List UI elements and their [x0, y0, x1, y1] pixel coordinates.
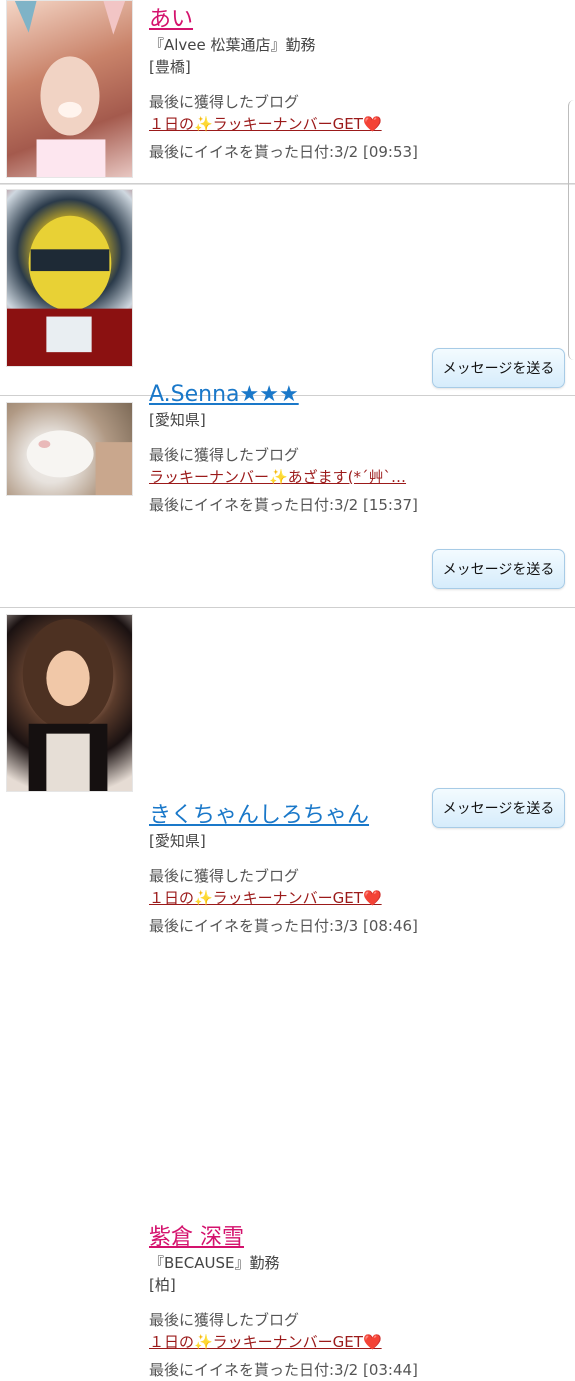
workplace: 『Alvee 松葉通店』勤務 [149, 36, 316, 54]
profile-name[interactable]: 紫倉 深雪 [149, 1224, 244, 1252]
send-message-button[interactable]: メッセージを送る [432, 549, 565, 589]
profile-info: 紫倉 深雪 『BECAUSE』勤務 [柏] 最後に獲得したブログ １日の✨ラッキ… [149, 1224, 565, 1381]
area: [柏] [149, 1276, 176, 1294]
profile-card: あい 『Alvee 松葉通店』勤務 [豊橋] 最後に獲得したブログ １日の✨ラッ… [0, 0, 575, 184]
profile-list: あい 『Alvee 松葉通店』勤務 [豊橋] 最後に獲得したブログ １日の✨ラッ… [0, 0, 575, 1379]
profile-card: A.Senna★★★ [愛知県] 最後に獲得したブログ ラッキーナンバー✨あざま… [0, 184, 575, 514]
send-message-button[interactable]: メッセージを送る [432, 788, 565, 828]
avatar[interactable] [6, 402, 133, 496]
profile-info: あい 『Alvee 松葉通店』勤務 [豊橋] 最後に獲得したブログ １日の✨ラッ… [149, 6, 565, 163]
area: [豊橋] [149, 58, 191, 76]
last-blog-label: 最後に獲得したブログ [149, 1311, 300, 1329]
avatar[interactable] [6, 189, 133, 367]
avatar[interactable] [6, 614, 133, 792]
last-blog-label: 最後に獲得したブログ [149, 93, 300, 111]
last-like-date: 最後にイイネを貰った日付:3/3 [08:46] [149, 917, 418, 935]
avatar[interactable] [6, 0, 133, 178]
side-scroll-handle[interactable] [568, 100, 575, 360]
profile-card: 紫倉 深雪 『BECAUSE』勤務 [柏] 最後に獲得したブログ １日の✨ラッキ… [0, 608, 575, 1379]
profile-name[interactable]: あい [149, 6, 193, 34]
last-blog-link[interactable]: １日の✨ラッキーナンバーGET❤️ [149, 113, 459, 135]
send-message-button[interactable]: メッセージを送る [432, 348, 565, 388]
last-blog-label: 最後に獲得したブログ [149, 867, 300, 885]
last-like-date: 最後にイイネを貰った日付:3/2 [03:44] [149, 1361, 418, 1379]
last-blog-link[interactable]: １日の✨ラッキーナンバーGET❤️ [149, 887, 459, 909]
last-blog-link[interactable]: １日の✨ラッキーナンバーGET❤️ [149, 1331, 459, 1353]
profile-card: きくちゃんしろちゃん [愛知県] 最後に獲得したブログ １日の✨ラッキーナンバー… [0, 396, 575, 935]
workplace: 『BECAUSE』勤務 [149, 1254, 280, 1272]
last-like-date: 最後にイイネを貰った日付:3/2 [09:53] [149, 143, 418, 161]
